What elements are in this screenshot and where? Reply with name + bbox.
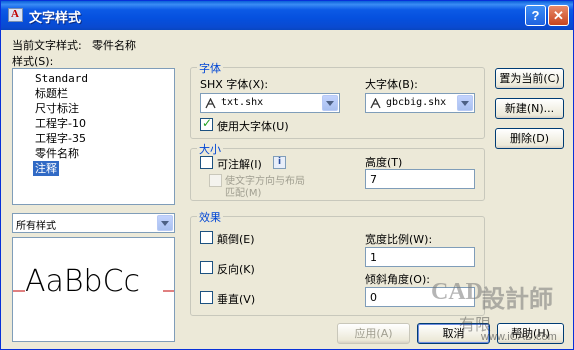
bigfont-label: 大字体(B): — [365, 78, 418, 91]
use-bigfont-label: 使用大字体(U) — [217, 120, 289, 133]
text-style-dialog: 文字样式 ? ✕ 当前文字样式: 零件名称 样式(S): Standard 标题… — [0, 0, 574, 350]
style-filter-dropdown[interactable]: 所有样式 — [12, 213, 175, 233]
watermark-text-1: CAD — [431, 279, 483, 305]
list-item[interactable]: 工程字-10 — [33, 116, 88, 131]
styles-label: 样式(S): — [12, 55, 54, 68]
list-item[interactable]: 工程字-35 — [33, 131, 88, 146]
annotative-label: 可注解(I) — [217, 158, 262, 171]
current-style-value: 零件名称 — [92, 39, 136, 52]
preview-canvas: AaBbCc — [13, 264, 174, 299]
watermark-text-4: www.iCAD.com — [481, 331, 557, 343]
style-list[interactable]: Standard 标题栏 尺寸标注 工程字-10 工程字-35 零件名称 注释 — [12, 68, 175, 205]
chevron-down-icon[interactable] — [157, 215, 173, 231]
height-input[interactable]: 7 — [365, 169, 475, 189]
text-preview: AaBbCc — [12, 237, 175, 342]
bigfont-icon — [370, 98, 381, 109]
size-group-title: 大小 — [197, 141, 223, 157]
shx-font-value: txt.shx — [221, 97, 264, 108]
height-label: 高度(T) — [365, 156, 403, 169]
annotative-checkbox[interactable] — [200, 156, 213, 169]
watermark: CAD 設計師 有限 www.iCAD.com — [429, 279, 569, 347]
shx-font-dropdown[interactable]: txt.shx — [200, 93, 340, 113]
vertical-label: 垂直(V) — [217, 293, 256, 306]
list-item[interactable]: 零件名称 — [33, 146, 81, 161]
oblique-angle-label: 倾斜角度(O): — [365, 273, 430, 286]
match-orientation-checkbox[interactable] — [209, 174, 222, 187]
shx-font-label: SHX 字体(X): — [200, 78, 269, 91]
new-style-button[interactable]: 新建(N)... — [495, 98, 564, 119]
width-factor-label: 宽度比例(W): — [365, 233, 433, 246]
delete-style-button[interactable]: 删除(D) — [495, 128, 564, 149]
shx-font-icon — [205, 98, 216, 109]
help-button[interactable]: ? — [525, 5, 546, 26]
font-group-title: 字体 — [197, 60, 223, 76]
style-filter-value: 所有样式 — [16, 221, 56, 232]
close-button[interactable]: ✕ — [548, 5, 569, 26]
set-current-button[interactable]: 置为当前(C) — [495, 68, 564, 89]
watermark-text-2: 設計師 — [481, 287, 553, 313]
upside-down-label: 颠倒(E) — [217, 233, 255, 246]
effects-group-title: 效果 — [197, 209, 223, 225]
list-item[interactable]: 标题栏 — [33, 86, 70, 101]
title-bar[interactable]: 文字样式 ? ✕ — [1, 1, 573, 30]
bigfont-value: gbcbig.shx — [386, 97, 447, 108]
list-item-selected[interactable]: 注释 — [33, 161, 59, 176]
match-orientation-label-2: 匹配(M) — [225, 188, 262, 199]
list-item[interactable]: 尺寸标注 — [33, 101, 81, 116]
vertical-checkbox[interactable] — [200, 291, 213, 304]
app-icon — [8, 8, 23, 22]
bigfont-dropdown[interactable]: gbcbig.shx — [365, 93, 475, 113]
width-factor-input[interactable]: 1 — [365, 247, 475, 267]
list-item[interactable]: Standard — [33, 71, 90, 86]
backwards-label: 反向(K) — [217, 263, 255, 276]
upside-down-checkbox[interactable] — [200, 231, 213, 244]
chevron-down-icon[interactable] — [457, 95, 473, 111]
info-icon[interactable]: i — [273, 156, 286, 169]
chevron-down-icon[interactable] — [322, 95, 338, 111]
apply-button[interactable]: 应用(A) — [337, 323, 410, 344]
window-title: 文字样式 — [29, 10, 82, 25]
preview-sample-text: AaBbCc — [25, 264, 140, 299]
checkmark-icon: ✓ — [202, 116, 213, 130]
current-style-label: 当前文字样式: — [12, 39, 82, 52]
use-bigfont-checkbox[interactable]: ✓ — [200, 116, 213, 131]
backwards-checkbox[interactable] — [200, 261, 213, 274]
